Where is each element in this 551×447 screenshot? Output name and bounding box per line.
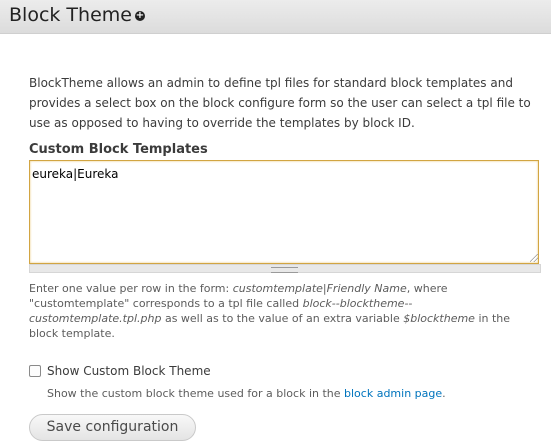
custom-templates-label: Custom Block Templates xyxy=(29,142,208,157)
help-text-3: as well as to the value of an extra vari… xyxy=(161,312,404,325)
show-custom-theme-label[interactable]: Show Custom Block Theme xyxy=(47,364,211,378)
show-custom-theme-checkbox[interactable] xyxy=(29,365,41,377)
module-description: BlockTheme allows an admin to define tpl… xyxy=(29,76,531,130)
custom-templates-help: Enter one value per row in the form: cus… xyxy=(29,281,541,341)
help-text-1: Enter one value per row in the form: xyxy=(29,282,233,295)
page-header: Block Theme + xyxy=(0,0,551,34)
show-custom-theme-description: Show the custom block theme used for a b… xyxy=(47,387,446,400)
plus-circle-icon[interactable]: + xyxy=(135,11,145,21)
custom-templates-textarea[interactable]: eureka|Eureka xyxy=(29,160,539,264)
cb-desc-suffix: . xyxy=(442,387,446,400)
cb-desc-text: Show the custom block theme used for a b… xyxy=(47,387,345,400)
page-title: Block Theme xyxy=(9,4,132,26)
grip-lines-icon xyxy=(271,267,298,273)
save-configuration-button[interactable]: Save configuration xyxy=(29,414,196,441)
help-example-format: customtemplate|Friendly Name xyxy=(232,282,407,295)
block-admin-page-link[interactable]: block admin page xyxy=(344,387,442,400)
resize-handle-icon[interactable] xyxy=(530,254,538,262)
help-example-variable: $blocktheme xyxy=(403,312,475,325)
